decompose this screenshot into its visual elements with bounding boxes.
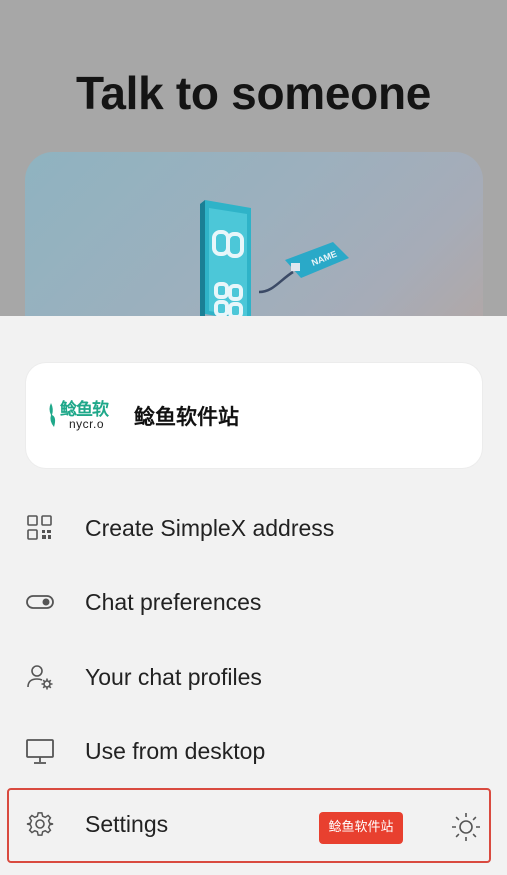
menu-item-chat-profiles[interactable]: Your chat profiles <box>0 647 507 707</box>
menu-item-settings[interactable]: Settings <box>0 794 507 854</box>
menu-item-label: Create SimpleX address <box>85 515 335 541</box>
menu-item-use-from-desktop[interactable]: Use from desktop <box>0 721 507 781</box>
desktop-icon <box>26 739 54 764</box>
toggle-icon <box>26 595 54 609</box>
menu-item-create-address[interactable]: Create SimpleX address <box>0 498 507 558</box>
profile-name: 鲶鱼软件站 <box>134 405 239 429</box>
menu-item-label: Chat preferences <box>85 589 262 615</box>
gear-icon <box>26 812 54 836</box>
logo-en-text: nycr.o <box>69 417 105 431</box>
menu-item-label: Your chat profiles <box>85 664 262 690</box>
sun-icon[interactable] <box>451 812 481 842</box>
menu-item-label: Use from desktop <box>85 738 266 764</box>
watermark-badge: 鲶鱼软件站 <box>319 812 403 844</box>
onboarding-illustration: NAME <box>25 152 483 316</box>
menu-sheet: 鲶鱼软 nycr.o 鲶鱼软件站 Create SimpleX address <box>0 316 507 875</box>
profile-logo: 鲶鱼软 nycr.o <box>48 395 112 435</box>
phone-illustration <box>200 200 251 316</box>
page-title: Talk to someone <box>75 67 432 119</box>
menu-item-label: Settings <box>85 811 169 837</box>
logo-mark-icon <box>49 403 56 427</box>
name-tag-illustration: NAME <box>285 242 349 278</box>
qr-code-icon <box>27 515 52 540</box>
background-page: Talk to someone NAME <box>0 0 507 316</box>
user-gear-icon <box>27 665 53 690</box>
menu-item-chat-preferences[interactable]: Chat preferences <box>0 572 507 632</box>
profile-card[interactable]: 鲶鱼软 nycr.o 鲶鱼软件站 <box>26 363 482 468</box>
